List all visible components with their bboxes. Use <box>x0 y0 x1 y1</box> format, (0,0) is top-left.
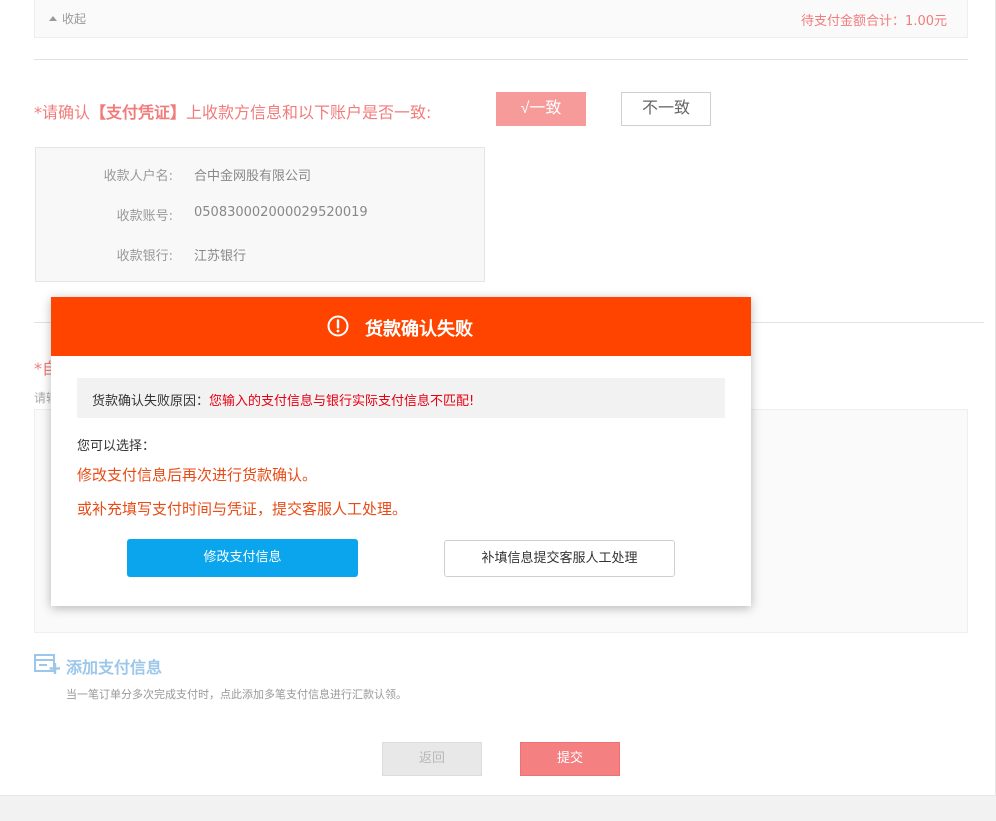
option-text-2: 或补充填写支付时间与凭证，提交客服人工处理。 <box>77 500 408 518</box>
order-summary-bar: 收起 待支付金额合计：1.00元 <box>34 0 968 38</box>
payee-label: 收款人户名: <box>103 169 173 184</box>
confirm-question: *请确认【支付凭证】上收款方信息和以下账户是否一致: <box>34 99 431 123</box>
divider <box>34 59 968 60</box>
payee-label: 收款银行: <box>116 249 173 264</box>
payee-label: 收款账号: <box>116 209 173 224</box>
add-form-icon <box>34 654 60 674</box>
confirm-suffix: 上收款方信息和以下账户是否一致: <box>186 103 432 122</box>
confirm-prefix: *请确认 <box>34 103 91 122</box>
modify-payment-button[interactable]: 修改支付信息 <box>127 539 358 577</box>
option-text-1: 修改支付信息后再次进行货款确认。 <box>77 466 318 484</box>
collapse-label: 收起 <box>62 12 87 26</box>
reason-value: 您输入的支付信息与银行实际支付信息不匹配! <box>209 394 475 409</box>
payee-row-name: 收款人户名: 合中金网股有限公司 <box>36 165 486 185</box>
payee-value: 江苏银行 <box>194 249 247 264</box>
add-payment-label: 添加支付信息 <box>66 658 163 677</box>
mismatch-button[interactable]: 不一致 <box>621 92 711 126</box>
match-button[interactable]: √一致 <box>496 92 586 126</box>
payee-info-box: 收款人户名: 合中金网股有限公司 收款账号: 05083000200002952… <box>35 147 485 282</box>
confirm-failed-modal: 货款确认失败 货款确认失败原因：您输入的支付信息与银行实际支付信息不匹配! 您可… <box>51 297 751 606</box>
modal-title: 货款确认失败 <box>365 319 473 340</box>
reason-label: 货款确认失败原因： <box>92 394 210 409</box>
payee-value: 合中金网股有限公司 <box>194 169 312 184</box>
submit-button[interactable]: 提交 <box>520 742 620 776</box>
modal-header: 货款确认失败 <box>51 297 751 356</box>
warning-circle-icon <box>327 315 349 337</box>
reason-text: 货款确认失败原因：您输入的支付信息与银行实际支付信息不匹配! <box>92 390 474 409</box>
add-payment-desc: 当一笔订单分多次完成支付时，点此添加多笔支付信息进行汇款认领。 <box>66 688 407 701</box>
failure-reason: 货款确认失败原因：您输入的支付信息与银行实际支付信息不匹配! <box>77 378 725 418</box>
chevron-up-icon <box>49 16 57 21</box>
manual-process-button[interactable]: 补填信息提交客服人工处理 <box>444 540 675 577</box>
payee-row-account: 收款账号: 05083000200002952001​9 <box>36 205 486 225</box>
choose-label: 您可以选择： <box>77 439 156 454</box>
payee-row-bank: 收款银行: 江苏银行 <box>36 245 486 265</box>
payee-value: 05083000200002952001​9 <box>194 205 368 220</box>
back-button[interactable]: 返回 <box>382 742 482 776</box>
pending-total: 待支付金额合计：1.00元 <box>801 14 947 29</box>
confirm-highlight: 【支付凭证】 <box>90 103 187 122</box>
collapse-toggle[interactable]: 收起 <box>49 10 86 27</box>
